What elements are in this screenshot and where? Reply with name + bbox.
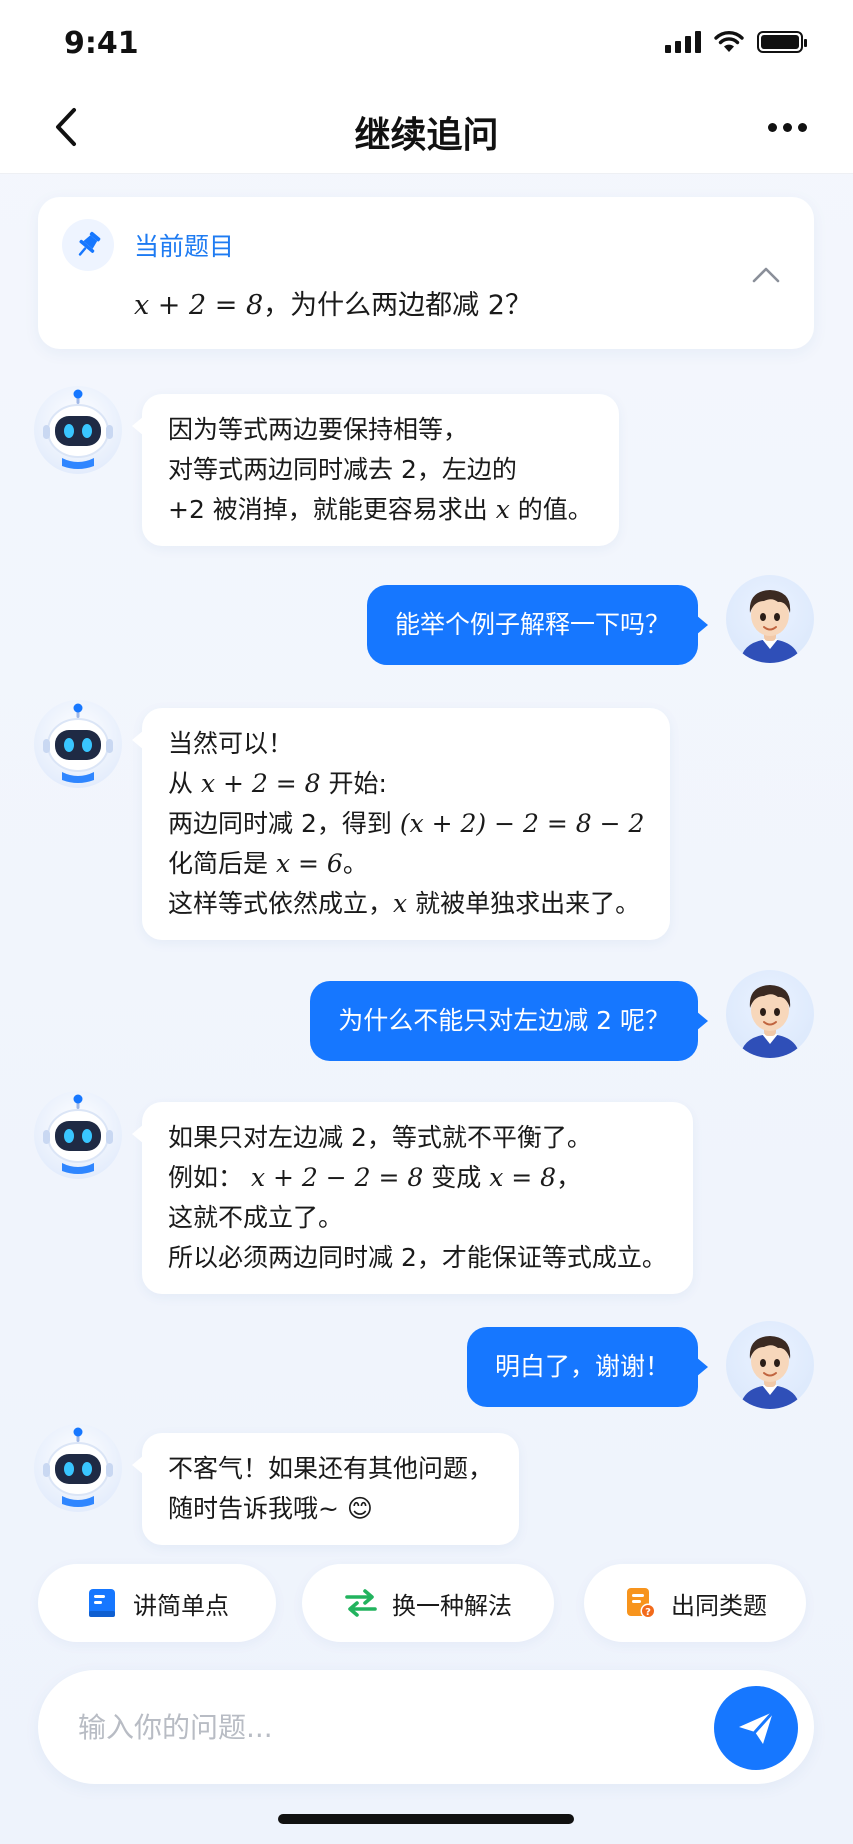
- book-icon: [85, 1586, 119, 1620]
- nav-bar: 继续追问: [0, 84, 853, 174]
- message-line: 例如： x + 2 − 2 = 8 变成 x = 8，: [168, 1163, 582, 1192]
- message-line: 因为等式两边要保持相等，: [168, 415, 469, 444]
- bot-avatar: [34, 700, 122, 788]
- status-icons: [665, 30, 807, 54]
- quick-action-label: 换一种解法: [392, 1591, 512, 1620]
- user-avatar: [726, 575, 814, 663]
- status-bar: 9:41: [0, 0, 853, 84]
- message-line: 随时告诉我哦~ 😊: [168, 1494, 373, 1523]
- message-line: 两边同时减 2，得到 (x + 2) − 2 = 8 − 2: [168, 809, 645, 838]
- collapse-button[interactable]: [748, 257, 784, 293]
- chevron-up-icon: [752, 267, 780, 283]
- quick-action-label: 出同类题: [671, 1591, 767, 1620]
- message-line: 化简后是 x = 6。: [168, 849, 368, 878]
- similar-question-button[interactable]: ? 出同类题: [584, 1564, 806, 1642]
- message-line: 这就不成立了。: [168, 1203, 344, 1232]
- cellular-signal-icon: [665, 31, 701, 53]
- message-line: 当然可以！: [168, 729, 294, 758]
- robot-icon: [42, 702, 114, 784]
- question-math: x + 2 = 8: [134, 290, 264, 321]
- question-input[interactable]: [78, 1700, 678, 1754]
- user-avatar-icon: [739, 1335, 801, 1409]
- send-button[interactable]: [714, 1686, 798, 1770]
- message-line: 从 x + 2 = 8 开始:: [168, 769, 387, 798]
- robot-icon: [42, 1093, 114, 1175]
- bot-message: 当然可以！ 从 x + 2 = 8 开始: 两边同时减 2，得到 (x + 2)…: [131, 708, 671, 940]
- robot-icon: [42, 1426, 114, 1508]
- message-input-bar: [38, 1670, 814, 1784]
- user-avatar-icon: [739, 984, 801, 1058]
- wifi-icon: [714, 31, 744, 52]
- robot-icon: [42, 388, 114, 470]
- user-avatar: [726, 1321, 814, 1409]
- quick-action-label: 讲简单点: [133, 1591, 229, 1620]
- message-line: 如果只对左边减 2，等式就不平衡了。: [168, 1123, 592, 1152]
- more-dot-icon: [797, 122, 807, 132]
- another-method-button[interactable]: 换一种解法: [302, 1564, 554, 1642]
- more-dot-icon: [767, 122, 777, 132]
- message-line: 对等式两边同时减去 2，左边的: [168, 455, 517, 484]
- home-indicator: [278, 1814, 574, 1824]
- bot-message: 不客气！如果还有其他问题， 随时告诉我哦~ 😊: [131, 1433, 520, 1545]
- message-text: 为什么不能只对左边减 2 呢？: [338, 1006, 670, 1035]
- swap-icon: [344, 1586, 378, 1620]
- user-message: 明白了，谢谢！: [466, 1327, 709, 1407]
- bot-message: 因为等式两边要保持相等， 对等式两边同时减去 2，左边的 +2 被消掉，就能更容…: [132, 394, 619, 546]
- bot-avatar: [34, 1091, 122, 1179]
- user-message: 为什么不能只对左边减 2 呢？: [310, 981, 708, 1061]
- pin-icon: [62, 219, 114, 271]
- bot-avatar: [34, 386, 122, 474]
- message-line: 不客气！如果还有其他问题，: [168, 1454, 494, 1483]
- more-dot-icon: [782, 122, 792, 132]
- battery-icon: [757, 31, 807, 53]
- question-label: 当前题目: [134, 232, 235, 261]
- message-text: 能举个例子解释一下吗？: [394, 610, 670, 639]
- current-question-card: 当前题目 x + 2 = 8，为什么两边都减 2？: [38, 197, 814, 349]
- question-text: x + 2 = 8，为什么两边都减 2？: [134, 283, 532, 322]
- worksheet-icon: ?: [623, 1586, 657, 1620]
- question-text-body: ，为什么两边都减 2？: [263, 290, 532, 321]
- message-line: 所以必须两边同时减 2，才能保证等式成立。: [168, 1243, 667, 1272]
- message-text: 明白了，谢谢！: [494, 1352, 670, 1381]
- user-avatar-icon: [739, 589, 801, 663]
- bot-avatar: [34, 1424, 122, 1512]
- more-options-button[interactable]: [757, 104, 817, 150]
- message-line: +2 被消掉，就能更容易求出 x 的值。: [168, 495, 593, 524]
- svg-text:?: ?: [645, 1607, 651, 1618]
- page-title: 继续追问: [354, 115, 499, 156]
- user-message: 能举个例子解释一下吗？: [366, 585, 709, 665]
- user-avatar: [726, 970, 814, 1058]
- status-time: 9:41: [64, 26, 139, 61]
- bot-message: 如果只对左边减 2，等式就不平衡了。 例如： x + 2 − 2 = 8 变成 …: [132, 1102, 693, 1294]
- explain-simpler-button[interactable]: 讲简单点: [38, 1564, 276, 1642]
- message-line: 这样等式依然成立，x 就被单独求出来了。: [168, 889, 641, 918]
- send-icon: [739, 1710, 775, 1744]
